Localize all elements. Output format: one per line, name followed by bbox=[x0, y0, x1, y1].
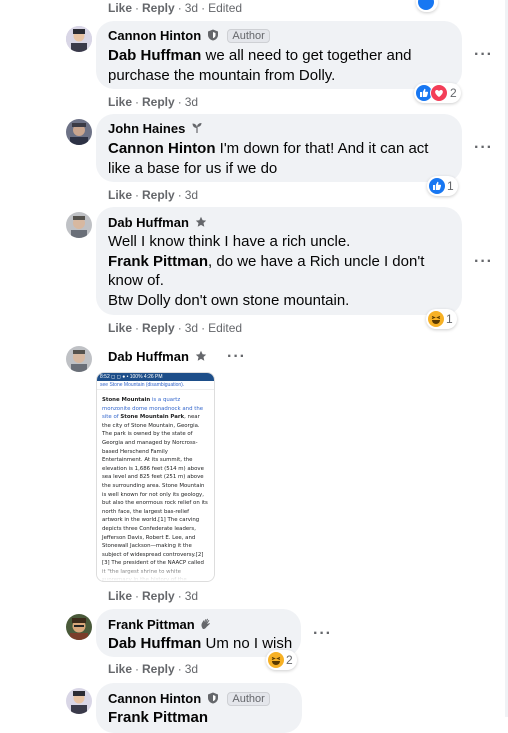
reply-link[interactable]: Reply bbox=[142, 1, 175, 15]
comment-bubble: John Haines Cannon Hinton I'm down for t… bbox=[96, 114, 462, 182]
shield-icon bbox=[207, 692, 218, 704]
reaction-count: 1 bbox=[447, 179, 454, 193]
reaction-summary[interactable]: 2 bbox=[266, 650, 297, 670]
comment-text: Cannon Hinton I'm down for that! And it … bbox=[108, 140, 429, 177]
haha-icon bbox=[268, 652, 284, 668]
comment-author[interactable]: Frank Pittman bbox=[108, 617, 212, 632]
mention-link[interactable]: Dab Huffman bbox=[108, 635, 201, 652]
attached-screenshot[interactable]: 8:52 ◻ ◻ ● • 100% 4:26 PM see Stone Moun… bbox=[96, 372, 215, 582]
avatar[interactable] bbox=[66, 688, 92, 714]
comment-bubble: Cannon Hinton Author Dab Huffman we all … bbox=[96, 21, 462, 89]
timestamp[interactable]: 3d bbox=[185, 589, 198, 603]
more-options-icon[interactable]: ··· bbox=[474, 46, 493, 64]
comment-author[interactable]: Cannon Hinton Author bbox=[108, 691, 270, 706]
article-text: Stone Mountain is a quartz monzonite dom… bbox=[102, 397, 208, 581]
avatar[interactable] bbox=[66, 119, 92, 145]
reaction-summary[interactable]: 1 bbox=[427, 176, 458, 196]
love-icon bbox=[430, 84, 448, 102]
waving-hand-icon bbox=[201, 618, 211, 630]
avatar[interactable] bbox=[66, 614, 92, 640]
comment-text: Dab Huffman we all need to get together … bbox=[108, 47, 412, 84]
more-options-icon[interactable]: ··· bbox=[227, 348, 246, 366]
comment-author[interactable]: Dab Huffman bbox=[108, 349, 207, 364]
comment-actions: Like · Reply · 3d bbox=[108, 95, 199, 109]
reaction-count: 1 bbox=[446, 312, 453, 326]
mention-link[interactable]: Frank Pittman bbox=[108, 253, 208, 270]
haha-icon bbox=[428, 311, 444, 327]
reply-link[interactable]: Reply bbox=[142, 188, 175, 202]
comment-text: Dab Huffman Um no I wish bbox=[108, 635, 293, 652]
comment-actions: Like · Reply · 3d bbox=[108, 589, 199, 603]
like-icon bbox=[418, 0, 434, 10]
timestamp[interactable]: 3d bbox=[185, 95, 198, 109]
reaction-summary[interactable]: 1 bbox=[426, 309, 457, 329]
avatar[interactable] bbox=[66, 346, 92, 372]
comment-bubble: Dab Huffman Well I know think I have a r… bbox=[96, 207, 462, 315]
star-icon bbox=[195, 350, 206, 361]
timestamp[interactable]: 3d bbox=[185, 188, 198, 202]
edited-label: Edited bbox=[208, 321, 243, 335]
like-icon bbox=[429, 178, 445, 194]
mention-link[interactable]: Frank Pittman bbox=[108, 709, 208, 726]
edited-label: Edited bbox=[208, 1, 243, 15]
more-options-icon[interactable]: ··· bbox=[313, 625, 332, 643]
author-badge: Author bbox=[227, 692, 270, 706]
avatar[interactable] bbox=[66, 212, 92, 238]
mention-link[interactable]: Cannon Hinton bbox=[108, 140, 215, 157]
comment-text: Frank Pittman bbox=[108, 708, 298, 728]
more-options-icon[interactable]: ··· bbox=[474, 139, 493, 157]
reaction-summary-top[interactable] bbox=[416, 0, 438, 12]
comment-author[interactable]: John Haines bbox=[108, 121, 203, 136]
comment-bubble: Frank Pittman Dab Huffman Um no I wish bbox=[96, 609, 301, 657]
timestamp[interactable]: 3d bbox=[185, 321, 198, 335]
like-link[interactable]: Like bbox=[108, 662, 132, 676]
comment-actions: Like · Reply · 3d · Edited bbox=[108, 321, 243, 335]
mention-link[interactable]: Dab Huffman bbox=[108, 47, 201, 64]
reply-link[interactable]: Reply bbox=[142, 589, 175, 603]
comment-author[interactable]: Cannon Hinton Author bbox=[108, 28, 270, 43]
comment-actions: Like · Reply · 3d bbox=[108, 188, 199, 202]
avatar[interactable] bbox=[66, 26, 92, 52]
author-badge: Author bbox=[227, 29, 270, 43]
reaction-count: 2 bbox=[450, 86, 457, 100]
comment-actions: Like · Reply · 3d bbox=[108, 662, 199, 676]
disambiguation-note: see Stone Mountain (disambiguation). bbox=[97, 381, 214, 390]
comment-text: Well I know think I have a rich uncle. F… bbox=[108, 233, 425, 309]
shield-icon bbox=[207, 29, 218, 41]
reaction-count: 2 bbox=[286, 653, 293, 667]
reply-link[interactable]: Reply bbox=[142, 321, 175, 335]
timestamp[interactable]: 3d bbox=[185, 1, 198, 15]
like-link[interactable]: Like bbox=[108, 321, 132, 335]
timestamp[interactable]: 3d bbox=[185, 662, 198, 676]
reaction-summary[interactable]: 2 bbox=[414, 83, 461, 103]
reply-link[interactable]: Reply bbox=[142, 662, 175, 676]
like-link[interactable]: Like bbox=[108, 1, 132, 15]
sprout-icon bbox=[192, 123, 202, 133]
star-icon bbox=[195, 216, 206, 227]
like-link[interactable]: Like bbox=[108, 589, 132, 603]
like-link[interactable]: Like bbox=[108, 95, 132, 109]
comment-author[interactable]: Dab Huffman bbox=[108, 215, 207, 230]
like-link[interactable]: Like bbox=[108, 188, 132, 202]
reply-link[interactable]: Reply bbox=[142, 95, 175, 109]
comment-bubble: Cannon Hinton Author Frank Pittman bbox=[96, 683, 302, 733]
phone-status-bar: 8:52 ◻ ◻ ● • 100% 4:26 PM bbox=[97, 373, 214, 381]
more-options-icon[interactable]: ··· bbox=[474, 253, 493, 271]
comment-actions-top: Like · Reply · 3d · Edited bbox=[108, 1, 243, 15]
